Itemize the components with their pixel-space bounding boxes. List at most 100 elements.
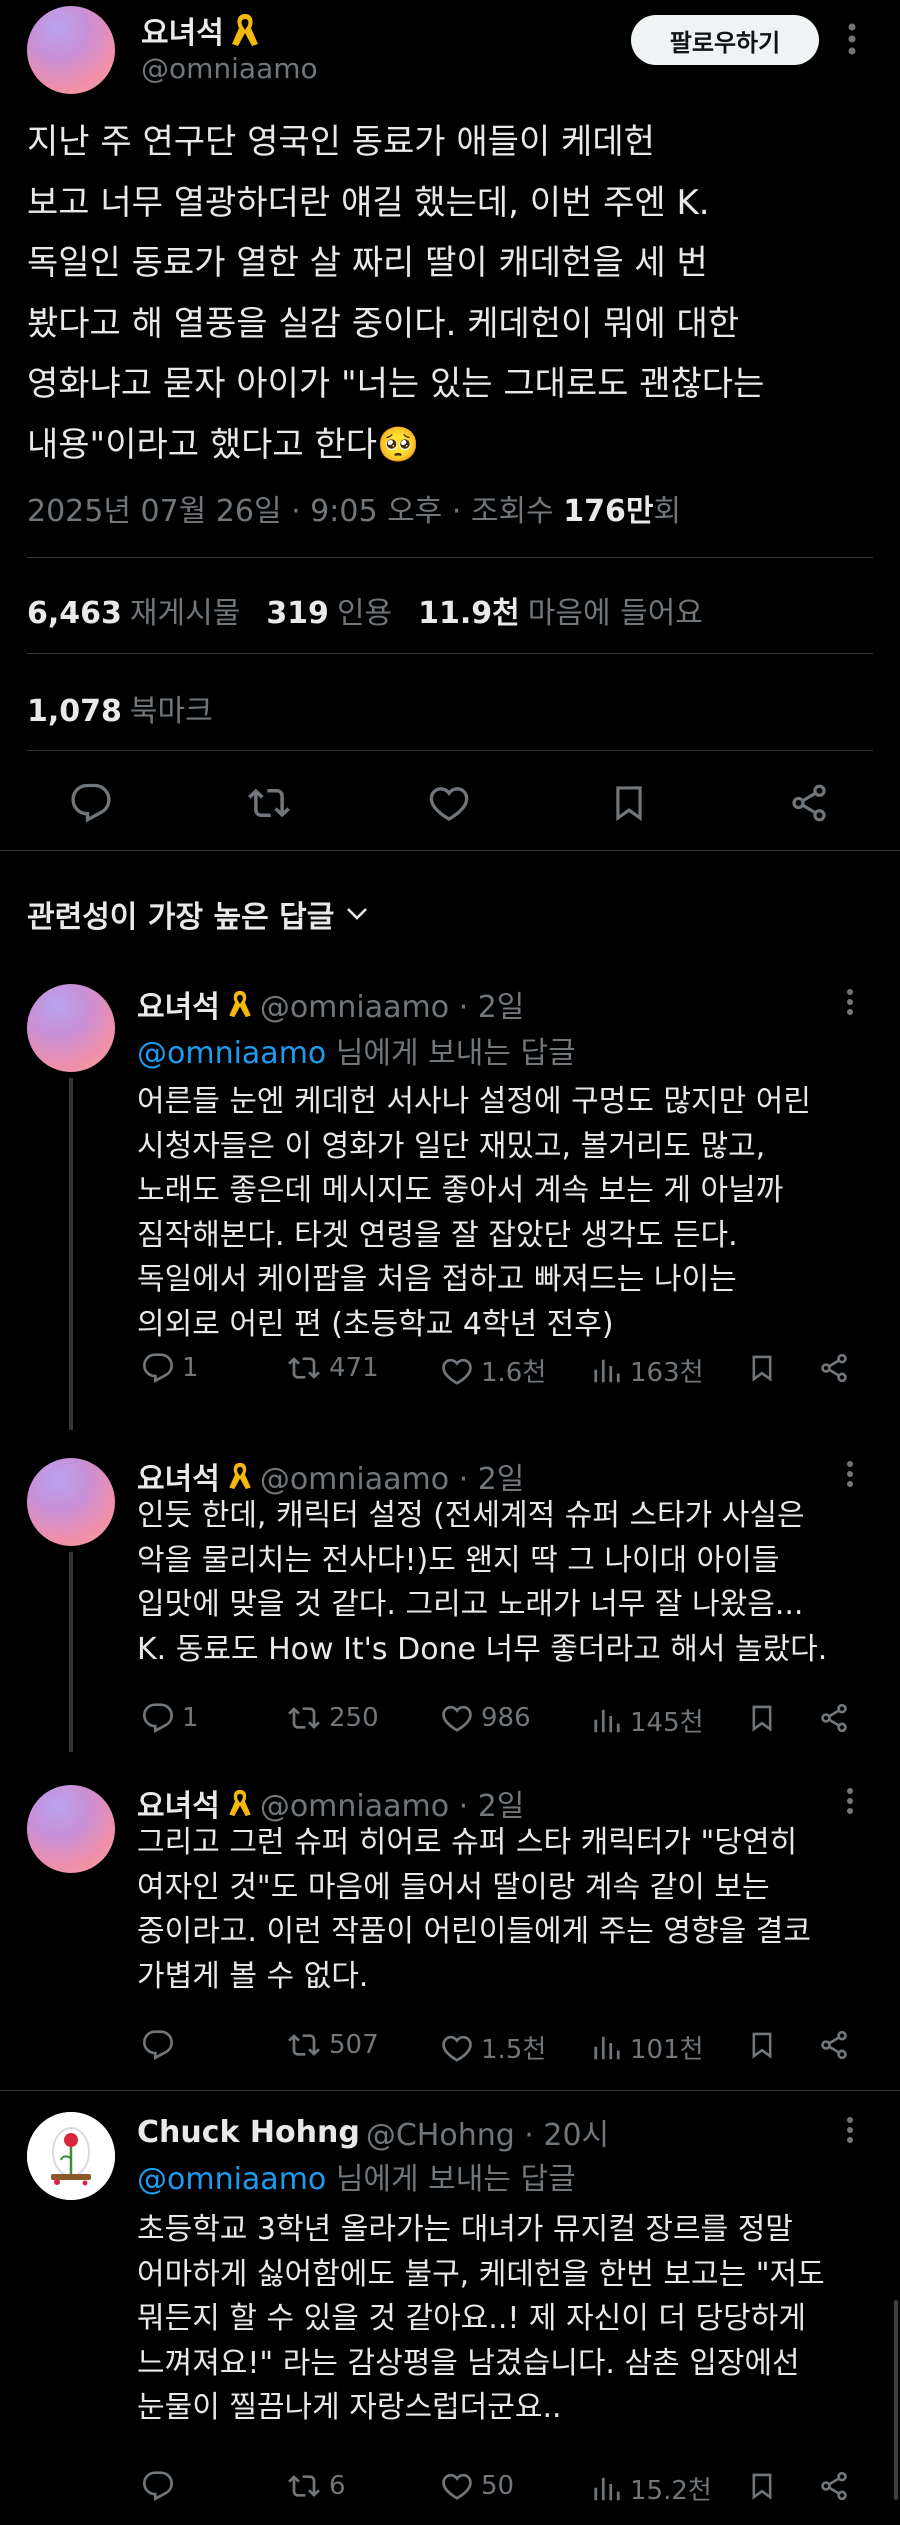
post-views-suffix: 회 [653, 494, 682, 529]
bookmark-icon[interactable] [748, 2029, 776, 2061]
author-name[interactable]: 요녀석 [141, 8, 262, 52]
repost-count: 507 [329, 2030, 379, 2060]
bookmark-icon[interactable] [610, 782, 648, 824]
reply-text: 초등학교 3학년 올라가는 대녀가 뮤지컬 장르를 정말 어마하게 싫어함에도 … [137, 2208, 877, 2431]
post-text-line: 지난 주 연구단 영국인 동료가 애들이 케데헌 [27, 122, 655, 162]
reply-text-line: 노래도 좋은데 메시지도 좋아서 계속 보는 게 아닐까 [137, 1173, 784, 1208]
reply-handle-time[interactable]: @omniaamo · 2일 [260, 1454, 525, 1498]
reply-avatar[interactable] [27, 1785, 115, 1873]
quotes-stat[interactable]: 319 인용 [266, 596, 392, 631]
reply-count: 1 [182, 1703, 199, 1733]
like-icon[interactable] [428, 782, 470, 824]
quotes-label: 인용 [336, 596, 393, 631]
reply-count: 1 [182, 1353, 199, 1383]
follow-button[interactable]: 팔로우하기 [631, 15, 819, 65]
reply-header: 요녀석 @omniaamo · 2일 [137, 1781, 524, 1825]
post-timestamp[interactable]: 2025년 07월 26일 · 9:05 오후 · 조회수 [27, 494, 563, 529]
bookmark-icon[interactable] [748, 1702, 776, 1734]
reply-icon [142, 1703, 173, 1733]
reply-button[interactable] [142, 2029, 182, 2061]
views-button[interactable]: 145천 [592, 1702, 704, 1739]
bookmarks-stat[interactable]: 1,078 북마크 [27, 686, 213, 730]
views-count: 163천 [630, 1358, 704, 1388]
reply-avatar[interactable] [27, 984, 115, 1072]
author-avatar[interactable] [27, 6, 115, 94]
reply-sort-dropdown[interactable]: 관련성이 가장 높은 답글 [27, 892, 368, 936]
reply-author-name[interactable]: Chuck Hohng [137, 2115, 360, 2150]
replying-to-handle[interactable]: @omniaamo [137, 1036, 326, 1071]
share-icon[interactable] [818, 2029, 850, 2061]
share-icon[interactable] [788, 782, 830, 824]
reply-button[interactable]: 1 [142, 1352, 199, 1384]
likes-stat[interactable]: 11.9천 마음에 들어요 [418, 596, 703, 631]
bookmark-icon[interactable] [748, 1352, 776, 1384]
divider [27, 653, 873, 654]
sort-label: 관련성이 가장 높은 답글 [27, 900, 335, 935]
replying-to: @omniaamo 님에게 보내는 답글 [137, 2154, 576, 2198]
reply-icon [142, 1353, 173, 1383]
bookmark-icon[interactable] [748, 2470, 776, 2502]
post-text-line: 봤다고 해 열풍을 실감 중이다. 케데헌이 뭐에 대한 [27, 303, 740, 344]
repost-button[interactable]: 6 [287, 2470, 346, 2502]
post-text-line: 내용"이라고 했다고 한다🥺 [27, 424, 420, 465]
reply-text-line: 의외로 어린 편 (초등학교 4학년 전후) [137, 1306, 614, 1342]
views-button[interactable]: 15.2천 [592, 2470, 712, 2507]
views-icon [594, 2036, 620, 2059]
reply-author-name[interactable]: 요녀석 [137, 982, 220, 1026]
like-button[interactable]: 50 [441, 2470, 514, 2502]
like-button[interactable]: 986 [441, 1702, 531, 1734]
views-count: 15.2천 [630, 2476, 712, 2506]
share-icon[interactable] [818, 1352, 850, 1384]
reply-avatar[interactable] [27, 1458, 115, 1546]
more-options-icon[interactable] [846, 988, 854, 1016]
reply-author-name[interactable]: 요녀석 [137, 1781, 220, 1825]
reply-author-name[interactable]: 요녀석 [137, 1454, 220, 1498]
replying-to: @omniaamo 님에게 보내는 답글 [137, 1028, 576, 1072]
post-text-line: 영화냐고 묻자 아이가 "너는 있는 그대로도 괜찮다는 [27, 364, 765, 404]
reposts-stat[interactable]: 6,463 재게시물 [27, 596, 240, 631]
reply-item[interactable]: 요녀석 @omniaamo · 2일 인듯 한데, 캐릭터 설정 (전세계적 슈… [0, 1452, 900, 1752]
reply-text-line: 중이라고. 이런 작품이 어린이들에게 주는 영향을 결코 [137, 1914, 811, 1949]
reply-item[interactable]: 요녀석 @omniaamo · 2일 @omniaamo 님에게 보내는 답글 … [0, 980, 900, 1430]
views-button[interactable]: 101천 [592, 2029, 704, 2066]
reply-item[interactable]: 요녀석 @omniaamo · 2일 그리고 그런 슈퍼 히어로 슈퍼 스타 캐… [0, 1779, 900, 2079]
reply-item[interactable]: Chuck Hohng @CHohng · 20시 @omniaamo 님에게 … [0, 2108, 900, 2525]
reply-avatar[interactable] [27, 2112, 115, 2200]
reposts-count: 6,463 [27, 596, 122, 631]
reply-text-line: 인듯 한데, 캐릭터 설정 (전세계적 슈퍼 스타가 사실은 [137, 1498, 805, 1533]
repost-button[interactable]: 471 [287, 1352, 379, 1384]
chevron-down-icon [347, 908, 368, 920]
more-options-icon[interactable] [846, 2116, 854, 2144]
more-options-icon[interactable] [846, 1460, 854, 1488]
likes-label: 마음에 들어요 [527, 596, 703, 631]
reply-handle-time[interactable]: @omniaamo · 2일 [260, 982, 525, 1026]
share-icon[interactable] [818, 2470, 850, 2502]
reply-button[interactable] [142, 2470, 182, 2502]
reply-text-line: 여자인 것"도 마음에 들어서 딸이랑 계속 같이 보는 [137, 1869, 770, 1905]
reply-text-line: 어른들 눈엔 케데헌 서사나 설정에 구멍도 많지만 어린 [137, 1084, 811, 1119]
divider [27, 750, 873, 751]
reply-handle-time[interactable]: @omniaamo · 2일 [260, 1781, 525, 1825]
bookmarks-label: 북마크 [129, 694, 213, 729]
reply-header: Chuck Hohng @CHohng · 20시 [137, 2110, 609, 2154]
views-button[interactable]: 163천 [592, 1352, 704, 1389]
scrollbar-thumb[interactable] [894, 2300, 898, 2500]
author-handle[interactable]: @omniaamo [141, 52, 318, 85]
repost-button[interactable]: 507 [287, 2029, 379, 2061]
like-button[interactable]: 1.6천 [441, 1352, 546, 1389]
share-icon[interactable] [818, 1702, 850, 1734]
reply-icon[interactable] [70, 782, 112, 824]
like-button[interactable]: 1.5천 [441, 2029, 546, 2066]
replying-to-handle[interactable]: @omniaamo [137, 2162, 326, 2197]
repost-icon [288, 1357, 320, 1379]
reply-icon [142, 2030, 173, 2060]
yellow-ribbon-icon [229, 1789, 251, 1817]
repost-icon[interactable] [246, 782, 292, 824]
reply-handle-time[interactable]: @CHohng · 20시 [366, 2110, 609, 2154]
more-options-icon[interactable] [846, 1787, 854, 1815]
bookmarks-count: 1,078 [27, 694, 122, 729]
post-text-line: 독일인 동료가 열한 살 짜리 딸이 캐데헌을 세 번 [27, 243, 708, 283]
reply-button[interactable]: 1 [142, 1702, 199, 1734]
repost-button[interactable]: 250 [287, 1702, 379, 1734]
more-options-icon[interactable] [847, 22, 857, 56]
